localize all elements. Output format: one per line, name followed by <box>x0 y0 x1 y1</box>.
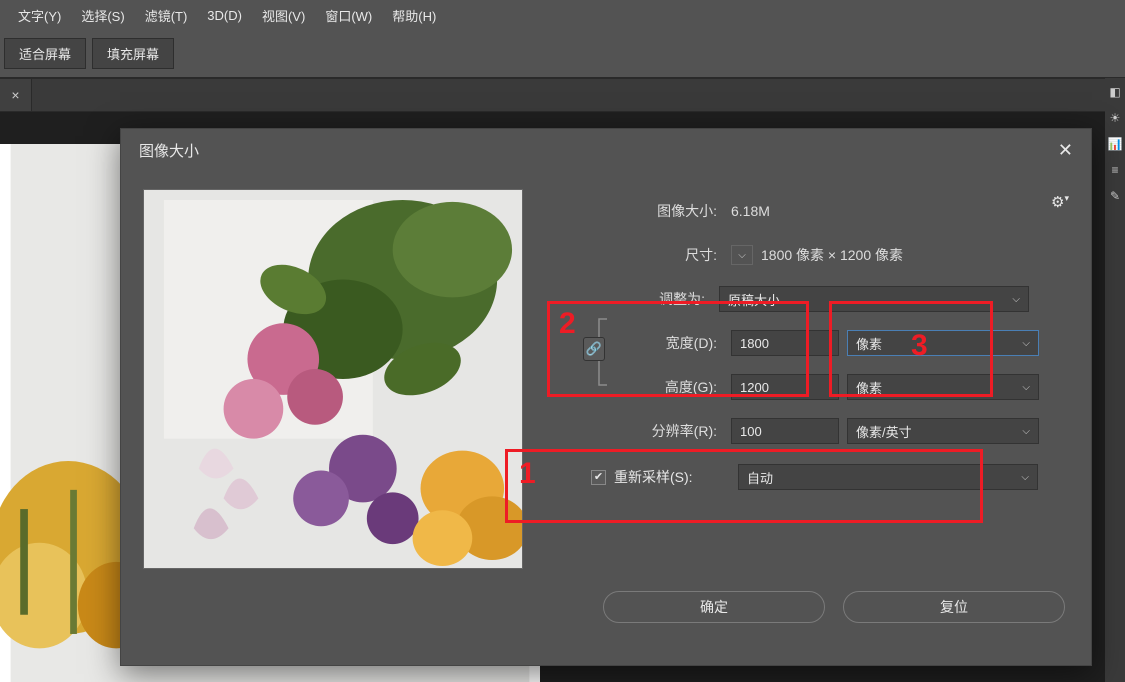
dimensions-value: 1800 像素 × 1200 像素 <box>761 245 903 265</box>
menu-select[interactable]: 选择(S) <box>71 2 134 29</box>
chevron-down-icon: ⌵ <box>1022 338 1030 349</box>
menu-bar: 文字(Y) 选择(S) 滤镜(T) 3D(D) 视图(V) 窗口(W) 帮助(H… <box>0 0 1125 30</box>
width-unit-value: 像素 <box>856 334 882 353</box>
right-dock: ◧ ☀ 📊 ≡ ✎ <box>1105 78 1125 682</box>
chevron-down-icon: ⌵ <box>1022 382 1030 393</box>
preview-thumbnail <box>143 189 523 569</box>
brightness-icon[interactable]: ☀ <box>1107 110 1123 126</box>
options-bar: 适合屏幕 填充屏幕 <box>0 30 1125 78</box>
chain-link-icon: 🔗 <box>586 341 602 357</box>
fill-screen-button[interactable]: 填充屏幕 <box>92 38 174 69</box>
dimensions-unit-toggle[interactable]: ⌵ <box>731 245 753 265</box>
resolution-unit-value: 像素/英寸 <box>856 422 912 441</box>
check-icon: ✔ <box>594 472 603 483</box>
resolution-input[interactable] <box>731 418 839 444</box>
fit-to-label: 调整为: <box>551 289 719 309</box>
panel-icon-1[interactable]: ◧ <box>1107 84 1123 100</box>
ok-button[interactable]: 确定 <box>603 591 825 623</box>
height-label: 高度(G): <box>551 377 731 397</box>
resample-method-select[interactable]: 自动 ⌵ <box>738 464 1038 490</box>
chevron-down-icon: ⌵ <box>738 250 746 261</box>
width-unit-select[interactable]: 像素 ⌵ <box>847 330 1039 356</box>
constrain-proportions-toggle[interactable]: 🔗 <box>583 337 605 361</box>
menu-view[interactable]: 视图(V) <box>252 2 315 29</box>
document-tab-bar: × <box>0 78 1125 112</box>
resolution-unit-select[interactable]: 像素/英寸 ⌵ <box>847 418 1039 444</box>
histogram-icon[interactable]: 📊 <box>1107 136 1123 152</box>
resolution-label: 分辨率(R): <box>551 421 731 441</box>
menu-3d[interactable]: 3D(D) <box>197 4 252 27</box>
fit-to-value: 原稿大小 <box>728 290 780 309</box>
image-size-value: 6.18M <box>731 203 770 219</box>
height-unit-value: 像素 <box>856 378 882 397</box>
height-input[interactable] <box>731 374 839 400</box>
dialog-titlebar: 图像大小 ✕ <box>121 129 1091 171</box>
width-input[interactable] <box>731 330 839 356</box>
list-icon[interactable]: ≡ <box>1107 162 1123 178</box>
brush-icon[interactable]: ✎ <box>1107 188 1123 204</box>
dialog-footer: 确定 复位 <box>121 591 1091 623</box>
image-size-label: 图像大小: <box>551 201 731 221</box>
chevron-down-icon: ⌵ <box>1022 426 1030 437</box>
gear-icon[interactable]: ⚙▾ <box>1051 193 1069 211</box>
resample-label: 重新采样(S): <box>614 467 738 487</box>
image-size-dialog: 图像大小 ✕ <box>120 128 1092 666</box>
chevron-down-icon: ⌵ <box>1012 294 1020 305</box>
resample-checkbox[interactable]: ✔ <box>591 470 606 485</box>
form-area: ⚙▾ 图像大小: 6.18M 尺寸: ⌵ 1800 像素 × 1200 像素 调… <box>551 189 1069 573</box>
dimensions-label: 尺寸: <box>551 245 731 265</box>
dialog-title: 图像大小 <box>139 140 199 161</box>
close-dialog-button[interactable]: ✕ <box>1058 140 1073 161</box>
menu-type[interactable]: 文字(Y) <box>8 2 71 29</box>
menu-filter[interactable]: 滤镜(T) <box>135 2 198 29</box>
chevron-down-icon: ⌵ <box>1021 472 1029 483</box>
reset-button[interactable]: 复位 <box>843 591 1065 623</box>
height-unit-select[interactable]: 像素 ⌵ <box>847 374 1039 400</box>
close-tab-button[interactable]: × <box>0 79 32 111</box>
menu-window[interactable]: 窗口(W) <box>315 2 382 29</box>
menu-help[interactable]: 帮助(H) <box>382 2 446 29</box>
width-label: 宽度(D): <box>551 333 731 353</box>
resample-value: 自动 <box>747 468 773 487</box>
preview-image <box>144 190 522 568</box>
fit-screen-button[interactable]: 适合屏幕 <box>4 38 86 69</box>
fit-to-select[interactable]: 原稿大小 ⌵ <box>719 286 1029 312</box>
